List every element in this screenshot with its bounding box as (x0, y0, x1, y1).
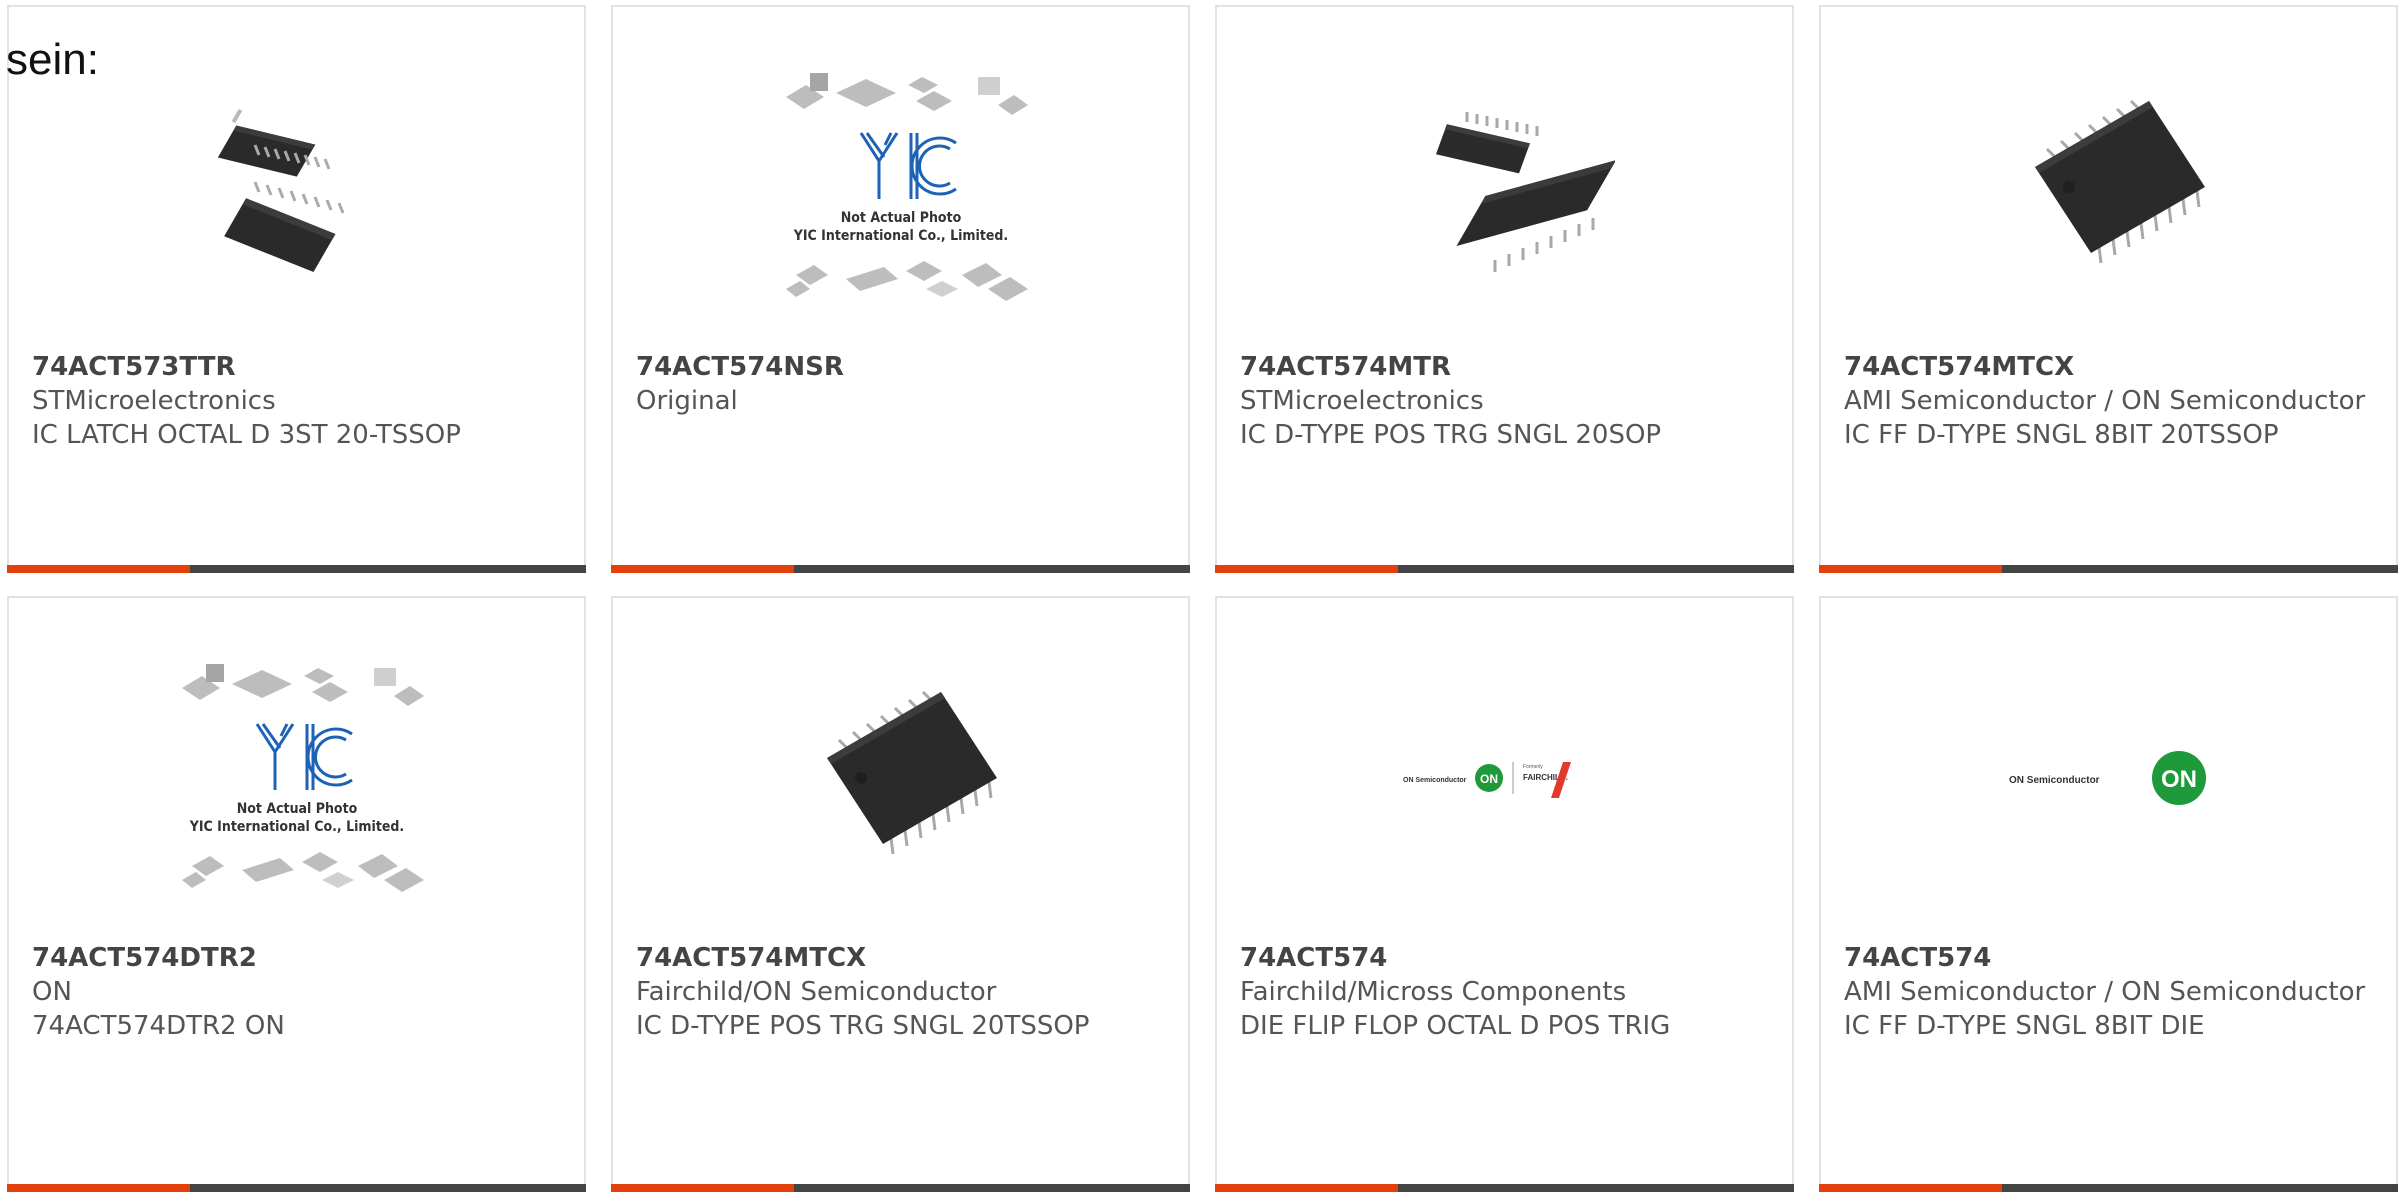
manufacturer: ON (32, 977, 72, 1007)
description: IC FF D-TYPE SNGL 8BIT DIE (1844, 1011, 2205, 1041)
part-number[interactable]: 74ACT574 (1844, 941, 2378, 975)
card-footer-bar (1819, 565, 2398, 573)
part-number[interactable]: 74ACT574MTR (1240, 350, 1774, 384)
part-number[interactable]: 74ACT573TTR (32, 350, 566, 384)
part-number[interactable]: 74ACT574MTCX (636, 941, 1170, 975)
yic-note-line2: YIC International Co., Limited. (792, 228, 1007, 244)
description: IC LATCH OCTAL D 3ST 20-TSSOP (32, 420, 461, 450)
product-card[interactable]: Not Actual Photo YIC International Co., … (7, 596, 586, 1192)
part-number[interactable]: 74ACT574NSR (636, 350, 1170, 384)
product-card[interactable]: 74ACT574MTCX Fairchild/ON Semiconductor … (611, 596, 1190, 1192)
product-card[interactable]: ON Semiconductor ON 74ACT574 AMI Semicon… (1819, 596, 2398, 1192)
manufacturer: Fairchild/Micross Components (1240, 977, 1627, 1007)
description: IC D-TYPE POS TRG SNGL 20SOP (1240, 420, 1662, 450)
manufacturer: STMicroelectronics (32, 386, 276, 416)
product-image[interactable]: ON Semiconductor ON Formerly FAIRCHILD. (1365, 638, 1645, 918)
description: IC D-TYPE POS TRG SNGL 20TSSOP (636, 1011, 1090, 1041)
manufacturer: Fairchild/ON Semiconductor (636, 977, 997, 1007)
card-footer-bar (1215, 565, 1794, 573)
description: DIE FLIP FLOP OCTAL D POS TRIG (1240, 1011, 1671, 1041)
product-image[interactable] (1365, 47, 1645, 327)
product-card[interactable]: 74ACT573TTR STMicroelectronics IC LATCH … (7, 5, 586, 573)
on-semiconductor-wordmark: ON Semiconductor (2009, 775, 2100, 786)
product-image[interactable] (761, 638, 1041, 918)
part-number[interactable]: 74ACT574DTR2 (32, 941, 566, 975)
product-card[interactable]: 74ACT574MTCX AMI Semiconductor / ON Semi… (1819, 5, 2398, 573)
product-card[interactable]: ON Semiconductor ON Formerly FAIRCHILD. … (1215, 596, 1794, 1192)
yic-note-line1: Not Actual Photo (236, 801, 357, 817)
product-image[interactable]: Not Actual Photo YIC International Co., … (157, 638, 437, 918)
product-card[interactable]: 74ACT574MTR STMicroelectronics IC D-TYPE… (1215, 5, 1794, 573)
card-footer-bar (611, 1184, 1190, 1192)
product-image[interactable]: ON Semiconductor ON (1969, 638, 2249, 918)
card-footer-bar (1215, 1184, 1794, 1192)
on-logo-text: ON (2161, 766, 2197, 793)
card-footer-bar (7, 565, 586, 573)
description: IC FF D-TYPE SNGL 8BIT 20TSSOP (1844, 420, 2279, 450)
manufacturer: AMI Semiconductor / ON Semiconductor (1844, 386, 2366, 416)
yic-note-line2: YIC International Co., Limited. (188, 819, 403, 835)
card-footer-bar (611, 565, 1190, 573)
product-grid: 74ACT573TTR STMicroelectronics IC LATCH … (7, 5, 2398, 1192)
on-semiconductor-wordmark: ON Semiconductor (1403, 777, 1467, 784)
part-number[interactable]: 74ACT574MTCX (1844, 350, 2378, 384)
on-logo-text: ON (1480, 772, 1498, 786)
manufacturer: Original (636, 386, 738, 416)
intro-text: sein: (6, 35, 99, 84)
manufacturer: STMicroelectronics (1240, 386, 1484, 416)
description: 74ACT574DTR2 ON (32, 1011, 285, 1041)
product-card[interactable]: Not Actual Photo YIC International Co., … (611, 5, 1190, 573)
product-image[interactable]: Not Actual Photo YIC International Co., … (761, 47, 1041, 327)
product-image[interactable] (157, 47, 437, 327)
formerly-text: Formerly (1523, 764, 1543, 770)
part-number[interactable]: 74ACT574 (1240, 941, 1774, 975)
card-footer-bar (1819, 1184, 2398, 1192)
yic-note-line1: Not Actual Photo (840, 210, 961, 226)
card-footer-bar (7, 1184, 586, 1192)
manufacturer: AMI Semiconductor / ON Semiconductor (1844, 977, 2366, 1007)
product-image[interactable] (1969, 47, 2249, 327)
